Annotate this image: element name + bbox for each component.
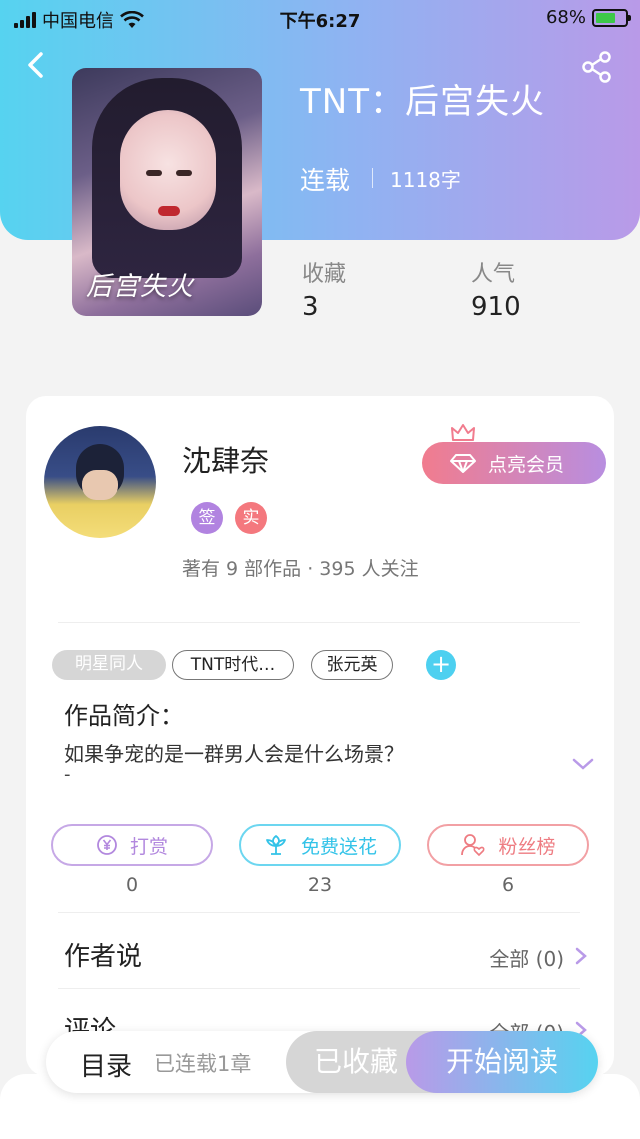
popularity-label: 人气 — [471, 262, 516, 287]
status-bar: 中国电信 下午6:27 68% — [0, 0, 640, 36]
intro-label: 作品简介： — [64, 702, 184, 730]
author-avatar[interactable] — [44, 426, 156, 538]
intro-text: 如果争宠的是一群男人会是什么场景？ — [64, 742, 404, 766]
serial-chapter-count: 已连载1章 — [154, 1052, 252, 1076]
vip-button-label: 点亮会员 — [488, 453, 565, 476]
divider — [58, 622, 580, 623]
tip-label: 打赏 — [129, 835, 168, 858]
tip-button[interactable]: 打赏 — [51, 824, 213, 866]
yen-coin-icon — [97, 835, 117, 855]
diamond-icon — [450, 454, 476, 473]
author-name[interactable]: 沈肆奈 — [182, 438, 269, 480]
flower-icon — [266, 835, 286, 855]
verified-badge: 实 — [235, 502, 267, 534]
battery-group: 68% — [545, 7, 631, 28]
intro-dash: - — [64, 764, 71, 785]
flower-count: 23 — [307, 874, 333, 896]
battery-percent: 68% — [545, 7, 586, 28]
catalog-button[interactable]: 目录 — [80, 1046, 132, 1083]
share-icon[interactable] — [580, 50, 614, 84]
user-heart-icon — [461, 834, 485, 857]
word-count: 1118字 — [390, 168, 461, 192]
status-time: 下午6:27 — [279, 11, 361, 32]
divider — [372, 168, 373, 188]
cover-title: 后宫失火 — [86, 272, 195, 302]
vip-button[interactable]: 点亮会员 — [422, 442, 606, 484]
favorites-label: 收藏 — [302, 262, 347, 287]
popularity-value: 910 — [471, 292, 521, 322]
author-says-all[interactable]: 全部 (0) — [489, 943, 564, 972]
tag-category[interactable]: 明星同人 — [52, 650, 166, 680]
crown-icon — [451, 424, 475, 441]
tip-count: 0 — [125, 874, 139, 896]
back-arrow-icon[interactable] — [22, 50, 52, 80]
add-tag-button[interactable]: + — [426, 650, 456, 680]
fans-ranking-label: 粉丝榜 — [498, 835, 556, 858]
divider — [58, 912, 580, 913]
author-meta: 著有 9 部作品 · 395 人关注 — [182, 558, 419, 580]
book-status: 连载 — [300, 166, 351, 195]
fans-count: 6 — [501, 874, 515, 896]
author-says-title[interactable]: 作者说 — [64, 936, 142, 973]
book-cover[interactable]: 后宫失火 — [72, 68, 262, 316]
chevron-right-icon[interactable] — [574, 946, 588, 966]
favorites-value: 3 — [302, 292, 319, 322]
signed-badge: 签 — [191, 502, 223, 534]
battery-icon — [592, 8, 631, 27]
send-flower-label: 免费送花 — [300, 835, 377, 858]
start-reading-button[interactable]: 开始阅读 — [406, 1031, 598, 1093]
tag-item[interactable]: 张元英 — [311, 650, 393, 680]
chevron-down-icon[interactable] — [571, 756, 595, 772]
tag-item[interactable]: TNT时代… — [172, 650, 294, 680]
fans-ranking-button[interactable]: 粉丝榜 — [427, 824, 589, 866]
send-flower-button[interactable]: 免费送花 — [239, 824, 401, 866]
divider — [58, 988, 580, 989]
book-title: TNT：后宫失火 — [300, 82, 545, 122]
